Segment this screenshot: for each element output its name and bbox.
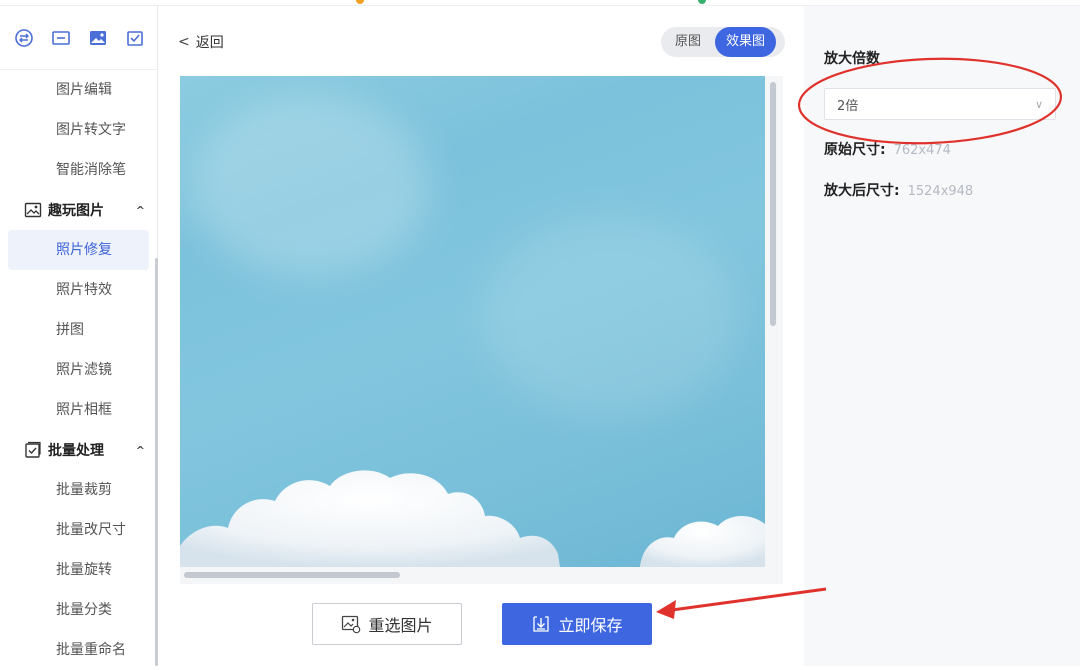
menu-item-photo-effects[interactable]: 照片特效 <box>8 270 149 310</box>
scale-select[interactable]: 2倍 ∨ <box>824 88 1056 120</box>
chevron-down-icon: ∨ <box>1034 97 1043 111</box>
settings-panel: 放大倍数 2倍 ∨ 原始尺寸: 762x474 放大后尺寸: 1524x948 <box>804 6 1080 666</box>
menu-item-batch-rename[interactable]: 批量重命名 <box>8 630 149 670</box>
enlarged-size-row: 放大后尺寸: 1524x948 <box>824 180 973 200</box>
menu-item-image-edit[interactable]: 图片编辑 <box>8 70 149 110</box>
batch-check-icon <box>24 441 42 459</box>
enlarged-size-value: 1524x948 <box>907 184 974 199</box>
original-size-label: 原始尺寸: <box>824 142 886 158</box>
preview-image <box>180 76 765 567</box>
reselect-label: 重选图片 <box>368 616 433 635</box>
group-fun-label: 趣玩图片 <box>48 203 104 219</box>
menu-item-batch-crop[interactable]: 批量裁剪 <box>8 470 149 510</box>
download-icon <box>531 614 551 634</box>
reselect-image-button[interactable]: 重选图片 <box>312 603 462 645</box>
image-preview <box>180 76 783 584</box>
back-label: 返回 <box>195 35 224 51</box>
scale-label: 放大倍数 <box>824 51 880 67</box>
menu-item-batch-classify[interactable]: 批量分类 <box>8 590 149 630</box>
save-button[interactable]: 立即保存 <box>502 603 652 645</box>
picture-edit-icon <box>24 201 42 219</box>
menu-item-smart-eraser[interactable]: 智能消除笔 <box>8 150 149 190</box>
crop-icon[interactable] <box>50 27 72 49</box>
menu-item-batch-resize[interactable]: 批量改尺寸 <box>8 510 149 550</box>
original-size-value: 762x474 <box>893 143 951 158</box>
caret-up-icon: ^ <box>135 203 145 217</box>
exchange-icon[interactable] <box>13 27 35 49</box>
menu-item-photo-repair[interactable]: 照片修复 <box>8 230 149 270</box>
image-icon[interactable] <box>87 27 109 49</box>
preview-horizontal-scrollbar[interactable] <box>184 572 400 578</box>
menu-item-batch-rotate[interactable]: 批量旋转 <box>8 550 149 590</box>
main-area: < 返回 原图 效果图 重选图片 立即保存 <box>158 6 804 666</box>
image-replace-icon <box>341 614 361 634</box>
toggle-effect[interactable]: 效果图 <box>715 27 777 57</box>
save-label: 立即保存 <box>558 616 623 635</box>
caret-up-icon: ^ <box>135 443 145 457</box>
toggle-original[interactable]: 原图 <box>661 27 715 57</box>
menu-item-photo-frame[interactable]: 照片相框 <box>8 390 149 430</box>
group-batch-label: 批量处理 <box>48 443 104 459</box>
chevron-left-icon: < <box>178 34 190 50</box>
group-fun-images[interactable]: 趣玩图片 ^ <box>0 190 157 230</box>
original-size-row: 原始尺寸: 762x474 <box>824 139 951 159</box>
group-batch[interactable]: 批量处理 ^ <box>0 430 157 470</box>
checklist-icon[interactable] <box>124 27 146 49</box>
menu-item-image-to-text[interactable]: 图片转文字 <box>8 110 149 150</box>
scale-value: 2倍 <box>837 98 859 114</box>
tool-icon-row <box>0 6 157 70</box>
sidebar: 图片编辑 图片转文字 智能消除笔 趣玩图片 ^ 照片修复 照片特效 拼图 照片滤… <box>0 6 158 666</box>
back-button[interactable]: < 返回 <box>178 32 224 52</box>
view-toggle: 原图 效果图 <box>661 27 785 57</box>
enlarged-size-label: 放大后尺寸: <box>824 183 900 199</box>
status-dot-orange <box>356 0 364 4</box>
menu-item-collage[interactable]: 拼图 <box>8 310 149 350</box>
preview-vertical-scrollbar[interactable] <box>770 82 776 326</box>
menu-item-photo-filter[interactable]: 照片滤镜 <box>8 350 149 390</box>
status-dot-green <box>698 0 706 4</box>
